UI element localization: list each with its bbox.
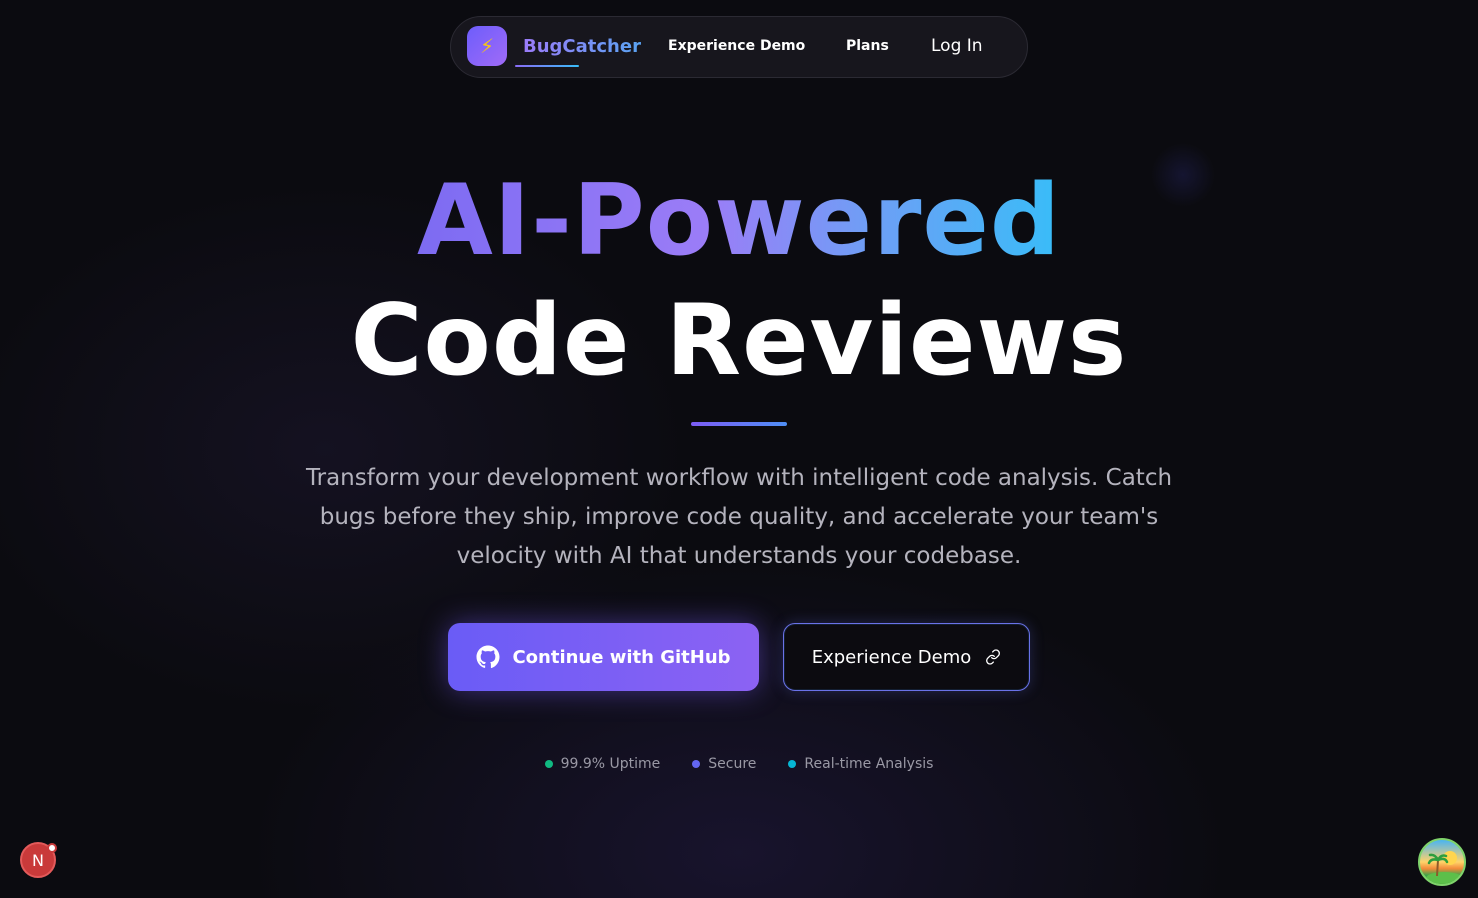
user-avatar[interactable] (1418, 838, 1466, 886)
top-nav: ⚡ BugCatcher Experience Demo Plans Log I… (450, 16, 1028, 78)
hero-divider (691, 422, 787, 426)
feature-label: Real-time Analysis (804, 756, 934, 772)
feature-realtime: Real-time Analysis (788, 756, 933, 772)
badge-letter: N (32, 850, 44, 870)
feature-label: 99.9% Uptime (560, 756, 661, 772)
hero-subtitle: Transform your development workflow with… (305, 465, 1173, 569)
notification-dot (47, 843, 57, 853)
status-dot-green (544, 760, 553, 768)
demo-button-label: Experience Demo (811, 646, 972, 668)
landing-page: ⚡ BugCatcher Experience Demo Plans Log I… (0, 0, 1478, 898)
hero-title-line1: AI-Powered (0, 162, 1478, 280)
palm-island-icon (1426, 851, 1462, 884)
nav-login-link[interactable]: Log In (931, 36, 983, 56)
nav-experience-demo-link[interactable]: Experience Demo (668, 38, 805, 54)
nav-plans-link[interactable]: Plans (846, 38, 889, 54)
experience-demo-button[interactable]: Experience Demo (783, 623, 1030, 691)
brand-underline (515, 65, 579, 67)
feature-list: 99.9% Uptime Secure Real-time Analysis (0, 756, 1478, 772)
hero-title-gradient: AI-Powered (416, 164, 1062, 278)
feature-label: Secure (708, 756, 757, 772)
feature-secure: Secure (692, 756, 756, 772)
brand-name: BugCatcher (523, 35, 641, 57)
github-button-label: Continue with GitHub (512, 646, 731, 668)
status-dot-indigo (692, 760, 701, 768)
hero-title-line2: Code Reviews (350, 284, 1128, 398)
brand[interactable]: ⚡ BugCatcher (467, 26, 641, 66)
lightning-icon: ⚡ (467, 26, 507, 66)
link-icon (986, 649, 1001, 665)
github-icon (476, 645, 500, 669)
status-dot-cyan (788, 760, 797, 768)
feature-uptime: 99.9% Uptime (544, 756, 661, 772)
continue-with-github-button[interactable]: Continue with GitHub (448, 623, 759, 691)
